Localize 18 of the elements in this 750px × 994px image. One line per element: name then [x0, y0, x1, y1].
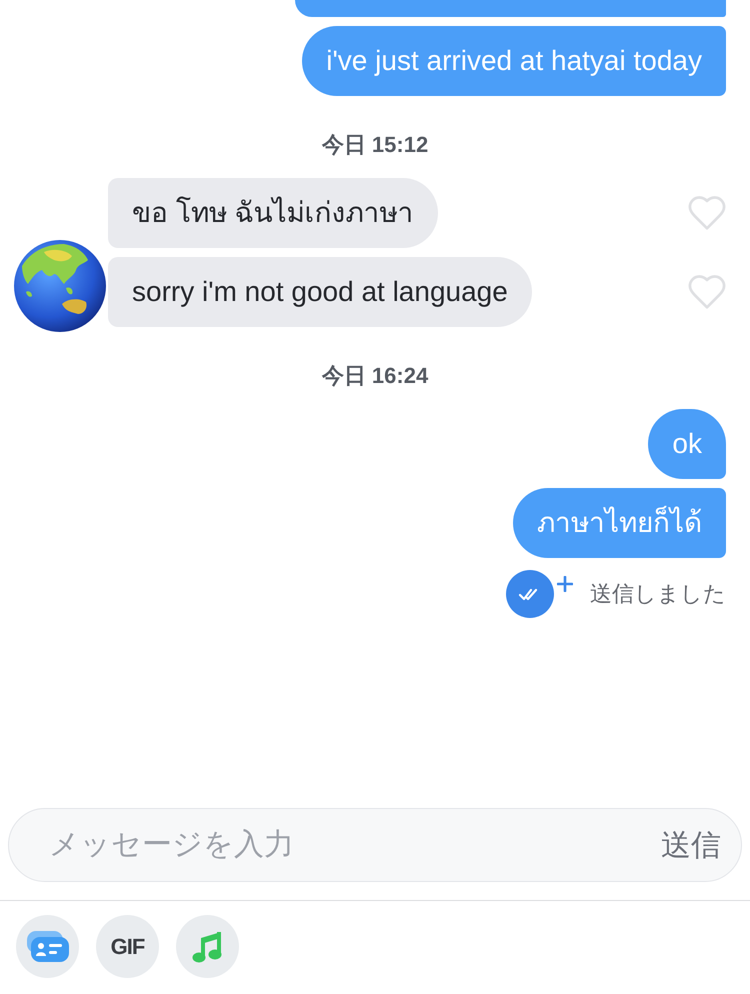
timestamp: 今日 16:24 [322, 363, 428, 389]
profile-card-icon [26, 931, 68, 962]
heart-icon[interactable] [688, 275, 726, 309]
message-input[interactable]: メッセージを入力 送信 [8, 808, 742, 882]
heart-icon[interactable] [688, 196, 726, 230]
timestamp: 今日 15:12 [322, 132, 428, 158]
globe-icon [14, 240, 106, 332]
message-bubble: ok [648, 409, 726, 479]
status-text: 送信しました [590, 580, 726, 608]
message-bubble: ขอ โทษ ฉันไม่เก่งภาษา [108, 178, 438, 248]
music-note-icon [192, 930, 223, 963]
gif-button[interactable]: GIF [96, 915, 159, 978]
message-bubble: i've just arrived at hatyai today [302, 26, 726, 96]
message-bubble: sorry i'm not good at language [108, 257, 532, 327]
double-check-icon [506, 570, 554, 618]
message-bubble: ภาษาไทยก็ได้ [513, 488, 726, 558]
send-button[interactable]: 送信 [661, 824, 721, 866]
plus-icon [557, 576, 573, 592]
